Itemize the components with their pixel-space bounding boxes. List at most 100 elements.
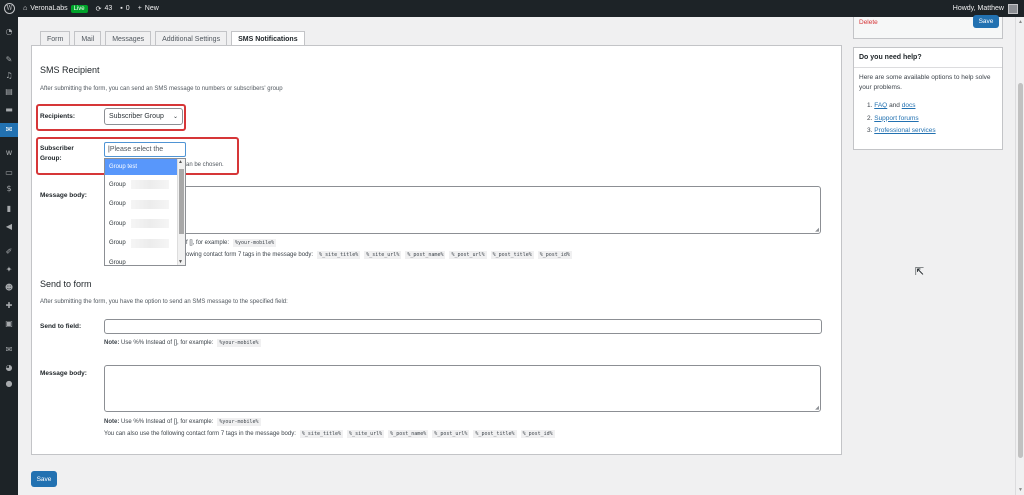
option-label: Group (109, 259, 126, 266)
redacted-text (131, 180, 169, 190)
tab-messages[interactable]: Messages (105, 31, 152, 46)
divider (854, 67, 1002, 68)
scroll-down-icon[interactable]: ▼ (1018, 487, 1023, 493)
tag-post-title: %_post_title% (490, 251, 534, 259)
scroll-up-icon[interactable]: ▲ (1018, 19, 1023, 25)
item-number: 3. (867, 127, 873, 134)
tag-site-url: %_site_url% (364, 251, 402, 259)
payments-icon[interactable]: $ (4, 184, 14, 194)
message-body-note: f [], for example: %your-mobile% (186, 239, 277, 247)
users-icon[interactable]: ☻ (4, 283, 14, 293)
sms-recipient-description: After submitting the form, you can send … (40, 86, 283, 92)
comment-icon: ▪ (120, 5, 123, 12)
media-icon[interactable]: ♫ (4, 71, 14, 81)
option-label: Group (109, 240, 126, 247)
site-name-link[interactable]: ⌂ VeronaLabs Live (23, 4, 88, 13)
dropdown-scroll-thumb[interactable] (179, 169, 184, 234)
appearance-icon[interactable]: ✐ (4, 247, 14, 257)
item-number: 2. (867, 114, 873, 122)
products-icon[interactable]: ▭ (4, 168, 14, 178)
plus-icon: + (137, 5, 142, 12)
analytics-icon[interactable]: ▮ (4, 204, 14, 214)
new-label: New (144, 5, 159, 12)
live-badge: Live (70, 4, 88, 13)
avatar (1008, 3, 1018, 14)
delete-link[interactable]: Delete (859, 19, 878, 26)
dropdown-option[interactable]: Group (105, 234, 185, 254)
mail-icon[interactable]: ✉ (4, 345, 14, 355)
recipients-select[interactable]: Subscriber Group ⌄ (104, 108, 183, 125)
send-to-field-input[interactable] (104, 319, 822, 334)
settings-icon[interactable]: ▣ (4, 319, 14, 329)
tags-text: You can also use the following contact f… (104, 431, 296, 437)
howdy-text: Howdy, Matthew (952, 5, 1004, 12)
sms-recipient-title: SMS Recipient (40, 65, 100, 75)
tag-post-url: %_post_url% (449, 251, 487, 259)
note-bold: Note: (104, 340, 120, 346)
scroll-down-icon[interactable]: ▼ (178, 259, 183, 265)
woocommerce-icon[interactable]: w (4, 148, 14, 158)
tag-post-id: %_post_id% (537, 251, 572, 259)
contact-icon[interactable]: ✉ (0, 123, 18, 137)
updates-link[interactable]: ⟳ 43 (96, 5, 113, 13)
message-body-textarea[interactable]: ◢ (104, 186, 821, 234)
plugins-icon[interactable]: ✦ (4, 265, 14, 275)
subscriber-group-search-input[interactable]: | Please select the (104, 142, 186, 157)
tab-mail[interactable]: Mail (74, 31, 102, 46)
message-body-textarea-2[interactable]: ◢ (104, 365, 821, 412)
mouse-cursor-icon: ⇱ (915, 265, 925, 278)
save-button[interactable]: Save (31, 471, 57, 487)
publish-save-button[interactable]: Save (973, 15, 999, 28)
dropdown-option[interactable]: Group (105, 253, 185, 266)
docs-link[interactable]: docs (902, 102, 916, 109)
scroll-thumb[interactable] (1018, 83, 1023, 458)
comments-count: 0 (125, 5, 130, 12)
page-scrollbar[interactable]: ▲ ▼ (1015, 17, 1024, 495)
posts-icon[interactable]: ✎ (4, 55, 14, 65)
collapse-icon[interactable]: ● (4, 379, 14, 389)
pages-icon[interactable]: ▤ (4, 87, 14, 97)
note-text: Use %% Instead of [], for example: (121, 340, 214, 346)
send-to-form-title: Send to form (40, 279, 92, 289)
help-text: Here are some available options to help … (859, 74, 991, 91)
note-code: %your-mobile% (233, 239, 277, 247)
tools-icon[interactable]: ✚ (4, 301, 14, 311)
dashboard-icon[interactable]: ◔ (4, 27, 14, 37)
marketing-icon[interactable]: ◀ (4, 222, 14, 232)
message-body-note-2: Note: Use %% Instead of [], for example:… (104, 418, 261, 426)
scroll-up-icon[interactable]: ▲ (178, 159, 183, 165)
dropdown-option[interactable]: Group (105, 214, 185, 234)
support-forums-link[interactable]: Support forums (874, 115, 918, 122)
and-text: and (889, 102, 900, 109)
option-label: Group test (109, 164, 138, 170)
publish-box: Delete Save (853, 15, 1003, 39)
professional-services-link[interactable]: Professional services (874, 127, 935, 134)
list-item: 2. Support forums (867, 113, 936, 126)
dropdown-option[interactable]: Group (105, 175, 185, 195)
tab-form[interactable]: Form (40, 31, 71, 46)
item-number: 1. (867, 102, 873, 109)
admin-bar: W ⌂ VeronaLabs Live ⟳ 43 ▪ 0 + New Howdy… (0, 0, 1024, 17)
dropdown-option[interactable]: Group test (105, 159, 185, 175)
site-name: VeronaLabs (30, 5, 68, 12)
extra-icon[interactable]: ◕ (4, 363, 14, 373)
send-to-form-description: After submitting the form, you have the … (40, 299, 288, 305)
tag-site-title: %_site_title% (299, 430, 344, 438)
comments-icon[interactable]: ▬ (4, 105, 14, 115)
faq-link[interactable]: FAQ (874, 102, 887, 109)
resize-handle-icon[interactable]: ◢ (815, 405, 819, 411)
dropdown-option[interactable]: Group (105, 195, 185, 215)
resize-handle-icon[interactable]: ◢ (815, 227, 819, 233)
new-content-link[interactable]: + New (138, 5, 159, 12)
tab-additional-settings[interactable]: Additional Settings (155, 31, 228, 46)
subscriber-group-label-line2: Group: (40, 155, 62, 162)
tag-post-url: %_post_url% (432, 430, 470, 438)
dropdown-scrollbar[interactable]: ▲ ▼ (177, 159, 185, 265)
comments-link[interactable]: ▪ 0 (120, 5, 129, 12)
tag-post-title: %_post_title% (473, 430, 517, 438)
option-label: Group (109, 220, 126, 227)
tag-site-url: %_site_url% (347, 430, 385, 438)
help-title: Do you need help? (859, 54, 922, 61)
wordpress-logo-icon[interactable]: W (4, 3, 15, 14)
admin-menu: ◔ ✎ ♫ ▤ ▬ ✉ w ▭ $ ▮ ◀ ✐ ✦ ☻ ✚ ▣ ✉ ◕ ● (0, 17, 18, 495)
